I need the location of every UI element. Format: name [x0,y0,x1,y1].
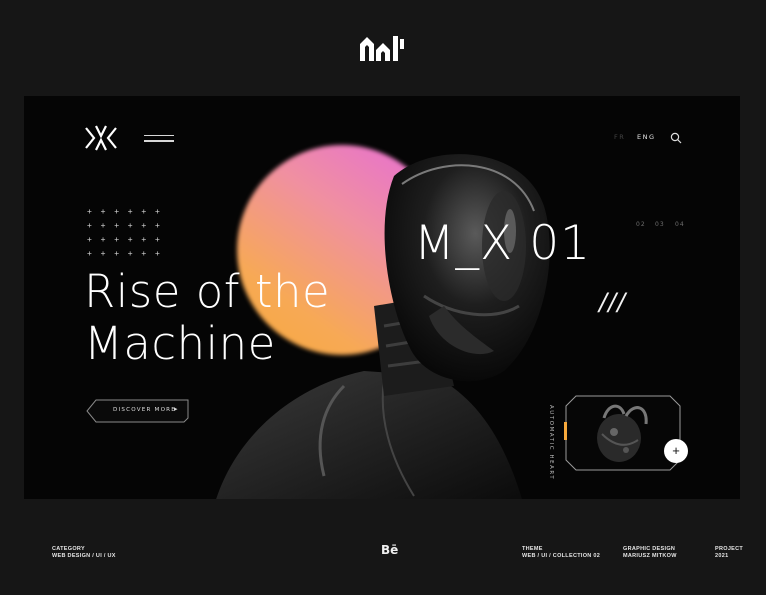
discover-more-label: DISCOVER MORE [113,407,176,413]
arrow-right-icon: ▸ [174,406,178,413]
footer-project-value: 2021 [715,552,729,559]
hero-headline: Rise of the Machine [84,266,330,370]
pager-item[interactable]: 03 [655,221,665,228]
expand-plus-button[interactable]: + [664,439,688,463]
pager-item[interactable]: 04 [675,221,685,228]
brand-mark-icon [85,125,117,151]
pager-item[interactable]: 02 [636,221,646,228]
footer-project-title: PROJECT [715,546,744,552]
footer-theme-value: WEB / UI / COLLECTION 02 [522,552,601,559]
lang-fr-link[interactable]: FR [614,133,625,141]
footer-category: CATEGORY WEB DESIGN / UI / UX [52,546,116,559]
search-icon[interactable] [670,132,682,144]
behance-icon[interactable]: Bē [381,543,398,557]
hamburger-icon[interactable] [144,135,174,143]
footer-category-value: WEB DESIGN / UI / UX [52,552,116,559]
footer-graphic-value: MARIUSZ MITKOW [623,552,677,559]
studio-logo-icon [360,36,404,61]
footer-theme: THEME WEB / UI / COLLECTION 02 [522,546,600,559]
lang-eng-link[interactable]: ENG [637,133,656,141]
footer-graphic-design: GRAPHIC DESIGN MARIUSZ MITKOW [623,546,677,559]
hero-stage: FR ENG + + + + + + + + + + + + + + + + + + + + + + + + M_X 0… [24,96,740,499]
slashes-decoration: /// [599,288,627,316]
headline-line-1: Rise of the [84,265,331,318]
headline-line-2: Machine [84,317,276,370]
automatic-heart-card[interactable] [564,394,682,472]
plus-grid-pattern: + + + + + + + + + + + + + + + + + + + + + + + + [87,207,160,258]
footer-graphic-title: GRAPHIC DESIGN [623,546,676,552]
automatic-heart-label: AUTOMATIC HEART [548,405,554,481]
model-name: M_X 01 [414,216,591,271]
discover-more-button[interactable]: DISCOVER MORE ▸ [86,399,190,423]
footer-project: PROJECT 2021 [715,546,743,559]
